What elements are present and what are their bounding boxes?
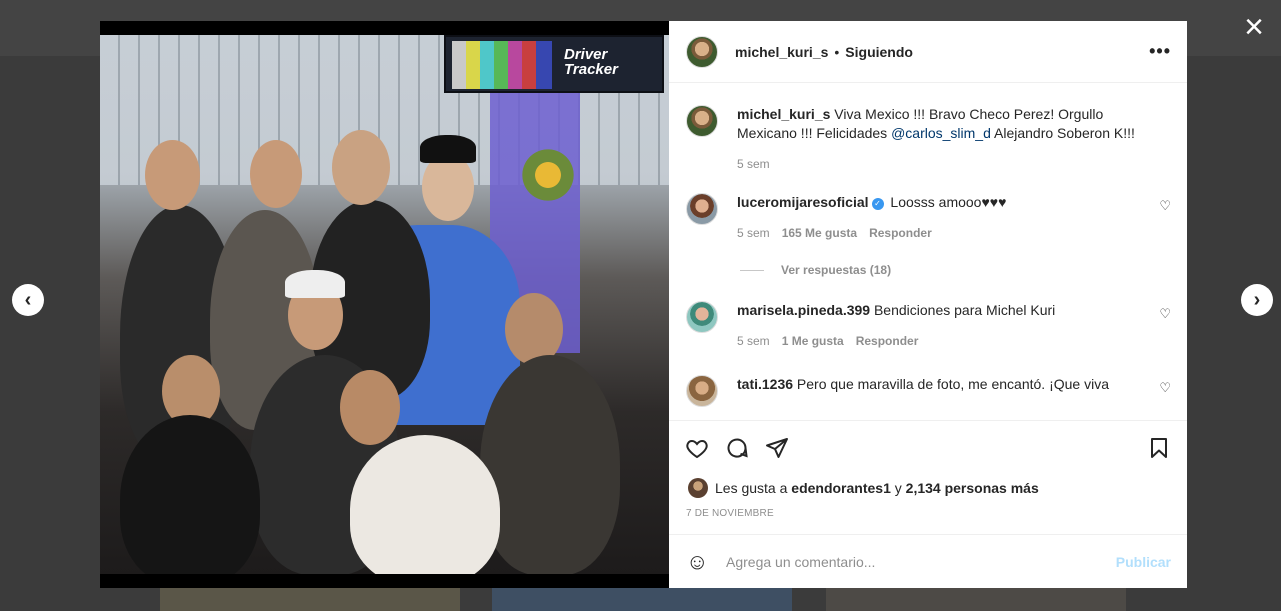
- view-replies-label: Ver respuestas (18): [781, 263, 892, 277]
- comment-item: tati.1236 Pero que maravilla de foto, me…: [686, 375, 1171, 407]
- caption-text-after: Alejandro Soberon K!!!: [990, 125, 1135, 141]
- heart-icon[interactable]: ♡: [1159, 198, 1171, 214]
- photo-face: [250, 140, 302, 208]
- photo-tv-screen: Driver Tracker: [444, 35, 664, 93]
- post-modal: Driver Tracker michel_kuri_s • Siguiendo…: [100, 21, 1187, 588]
- post-header: michel_kuri_s • Siguiendo •••: [669, 21, 1187, 83]
- caption-time[interactable]: 5 sem: [737, 155, 770, 174]
- comment-message: Pero que maravilla de foto, me encantó. …: [793, 376, 1109, 392]
- comment-text: luceromijaresoficial ✓ Loosss amooo♥♥♥: [737, 193, 1143, 212]
- emoji-icon[interactable]: ☺: [686, 549, 712, 575]
- background-card: [826, 588, 1126, 611]
- avatar[interactable]: [686, 105, 718, 137]
- caption-text: michel_kuri_s Viva Mexico !!! Bravo Chec…: [737, 105, 1143, 143]
- photo-face: [505, 293, 563, 365]
- caption: michel_kuri_s Viva Mexico !!! Bravo Chec…: [686, 105, 1171, 174]
- avatar[interactable]: [686, 375, 718, 407]
- background-card: [492, 588, 792, 611]
- comment-likes[interactable]: 1 Me gusta: [782, 332, 844, 351]
- liker-username[interactable]: edendorantes1: [791, 480, 891, 496]
- bookmark-icon[interactable]: [1131, 428, 1171, 468]
- comment-item: luceromijaresoficial ✓ Loosss amooo♥♥♥ 5 …: [686, 193, 1171, 243]
- more-options-icon[interactable]: •••: [1149, 41, 1171, 62]
- view-replies-button[interactable]: Ver respuestas (18): [740, 263, 1171, 277]
- comment-meta: 5 sem 165 Me gusta Responder: [737, 224, 1143, 243]
- separator-dot: •: [834, 43, 840, 60]
- comment-username[interactable]: luceromijaresoficial: [737, 194, 869, 210]
- photo-image: Driver Tracker: [100, 35, 669, 574]
- post-sidebar: michel_kuri_s • Siguiendo ••• michel_kur…: [669, 21, 1187, 588]
- likes-summary[interactable]: Les gusta a edendorantes1 y 2,134 person…: [669, 474, 1187, 502]
- heart-icon[interactable]: ♡: [1159, 306, 1171, 322]
- comment-input[interactable]: [726, 553, 1116, 570]
- photo-person: [120, 415, 260, 574]
- publish-button[interactable]: Publicar: [1116, 554, 1171, 570]
- photo-person: [480, 355, 620, 574]
- likes-count[interactable]: 2,134 personas más: [906, 480, 1039, 496]
- photo-face: [340, 370, 400, 445]
- likes-middle: y: [890, 480, 906, 496]
- photo-person: [350, 435, 500, 574]
- comment-message: Bendiciones para Michel Kuri: [870, 302, 1056, 318]
- reply-button[interactable]: Responder: [869, 224, 932, 243]
- post-author-username[interactable]: michel_kuri_s: [735, 44, 828, 60]
- action-bar: [669, 420, 1187, 474]
- caption-meta: 5 sem: [737, 155, 1143, 174]
- background-card: [160, 588, 460, 611]
- post-date[interactable]: 7 DE NOVIEMBRE: [669, 502, 1187, 534]
- avatar[interactable]: [686, 301, 718, 333]
- comment-text: marisela.pineda.399 Bendiciones para Mic…: [737, 301, 1143, 320]
- post-photo[interactable]: Driver Tracker: [100, 21, 669, 588]
- comment-item: marisela.pineda.399 Bendiciones para Mic…: [686, 301, 1171, 351]
- comment-likes[interactable]: 165 Me gusta: [782, 224, 857, 243]
- comment-body: marisela.pineda.399 Bendiciones para Mic…: [737, 301, 1171, 351]
- likes-text: Les gusta a edendorantes1 y 2,134 person…: [715, 480, 1039, 496]
- comment-icon[interactable]: [725, 428, 765, 468]
- caption-body: michel_kuri_s Viva Mexico !!! Bravo Chec…: [737, 105, 1171, 174]
- add-comment-bar: ☺ Publicar: [669, 534, 1187, 588]
- like-icon[interactable]: [685, 428, 725, 468]
- comment-time[interactable]: 5 sem: [737, 332, 770, 351]
- verified-badge-icon: ✓: [871, 198, 884, 210]
- photo-flowers: [518, 145, 578, 205]
- share-icon[interactable]: [765, 428, 805, 468]
- comment-meta: 5 sem 1 Me gusta Responder: [737, 332, 1143, 351]
- chevron-right-icon[interactable]: ›: [1241, 284, 1273, 316]
- photo-face: [332, 130, 390, 205]
- likes-prefix: Les gusta a: [715, 480, 792, 496]
- comments-list[interactable]: michel_kuri_s Viva Mexico !!! Bravo Chec…: [669, 83, 1187, 420]
- photo-tv-bars: [452, 41, 552, 89]
- comment-time[interactable]: 5 sem: [737, 224, 770, 243]
- divider-line: [740, 269, 764, 271]
- avatar[interactable]: [686, 35, 718, 68]
- photo-face: [145, 140, 200, 210]
- avatar[interactable]: [688, 478, 708, 498]
- comment-message: Loosss amooo♥♥♥: [886, 194, 1007, 210]
- comment-text: tati.1236 Pero que maravilla de foto, me…: [737, 375, 1143, 394]
- reply-button[interactable]: Responder: [856, 332, 919, 351]
- comment-username[interactable]: tati.1236: [737, 376, 793, 392]
- chevron-left-icon[interactable]: ‹: [12, 284, 44, 316]
- comment-body: luceromijaresoficial ✓ Loosss amooo♥♥♥ 5 …: [737, 193, 1171, 243]
- following-button[interactable]: Siguiendo: [845, 44, 913, 60]
- photo-tv-text: Driver Tracker: [564, 46, 618, 78]
- avatar[interactable]: [686, 193, 718, 225]
- mention-link[interactable]: @carlos_slim_d: [891, 125, 991, 141]
- comment-username[interactable]: marisela.pineda.399: [737, 302, 870, 318]
- photo-hat: [420, 135, 476, 163]
- photo-hat: [285, 270, 345, 298]
- comment-body: tati.1236 Pero que maravilla de foto, me…: [737, 375, 1171, 407]
- caption-username[interactable]: michel_kuri_s: [737, 106, 830, 122]
- heart-icon[interactable]: ♡: [1159, 380, 1171, 396]
- photo-face: [422, 153, 474, 221]
- close-icon[interactable]: ×: [1240, 10, 1268, 44]
